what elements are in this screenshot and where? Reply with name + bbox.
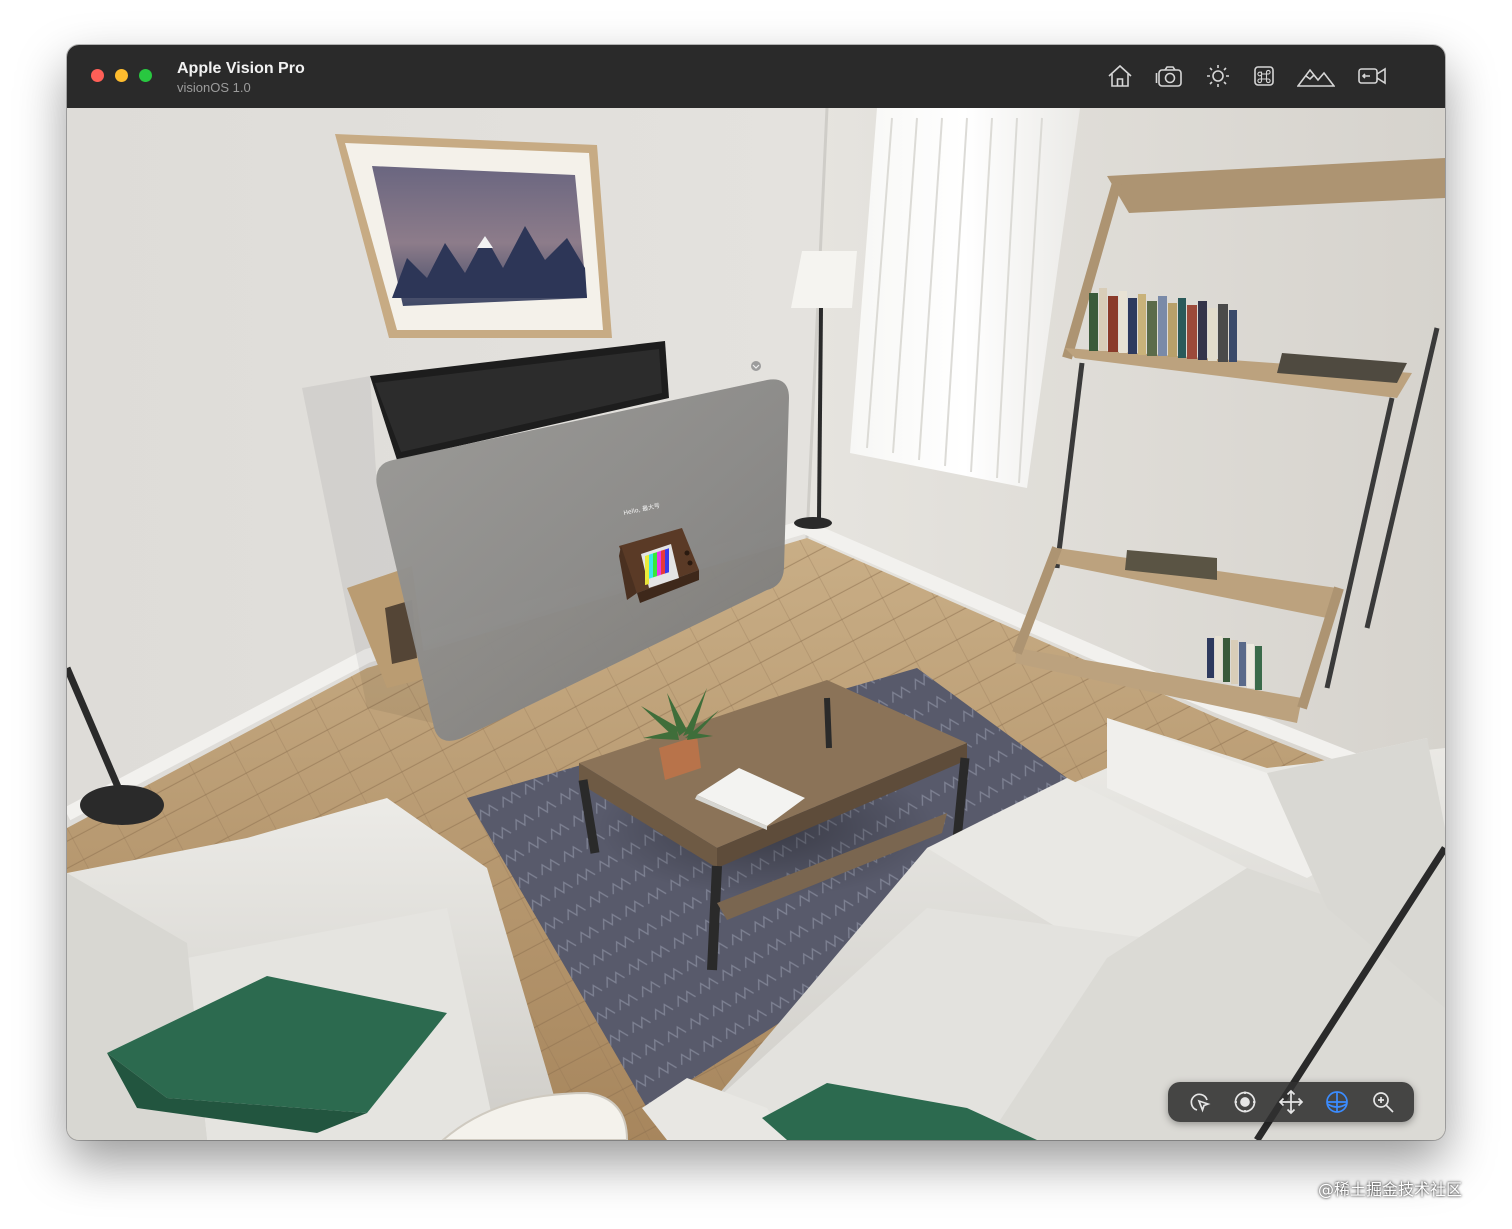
house-icon — [1108, 64, 1132, 87]
orbit-button[interactable] — [1322, 1087, 1352, 1117]
zoom-button[interactable] — [139, 69, 152, 82]
record-button[interactable] — [1357, 63, 1387, 89]
toolbar — [1107, 63, 1409, 89]
screenshot-button[interactable] — [1155, 63, 1183, 89]
move-arrows-icon — [1278, 1089, 1304, 1115]
window-title: Apple Vision Pro — [177, 60, 305, 77]
look-button[interactable] — [1230, 1087, 1260, 1117]
video-camera-icon — [1358, 67, 1386, 85]
orbit-globe-icon — [1326, 1091, 1348, 1113]
window-controls — [91, 69, 152, 82]
home-button[interactable] — [1107, 63, 1133, 89]
window-subtitle: visionOS 1.0 — [177, 80, 251, 95]
close-button[interactable] — [91, 69, 104, 82]
sun-icon — [1207, 65, 1229, 87]
mountains-icon — [1297, 68, 1335, 87]
keyboard-shortcuts-button[interactable] — [1253, 63, 1275, 89]
command-icon — [1254, 66, 1274, 86]
interact-button[interactable] — [1184, 1087, 1214, 1117]
navigation-controls — [1168, 1082, 1414, 1122]
simulator-viewport[interactable]: Hello, 最大号 — [67, 108, 1445, 1140]
pointer-icon — [1190, 1093, 1211, 1113]
title-bar[interactable]: Apple Vision Pro visionOS 1.0 — [67, 45, 1445, 109]
camera-icon — [1155, 66, 1182, 87]
pan-button[interactable] — [1276, 1087, 1306, 1117]
zoom-icon — [1373, 1092, 1394, 1113]
zoom-button[interactable] — [1368, 1087, 1398, 1117]
living-room-scene: Hello, 最大号 — [67, 108, 1445, 1140]
watermark: @稀土掘金技术社区 — [1318, 1180, 1463, 1199]
minimize-button[interactable] — [115, 69, 128, 82]
environment-button[interactable] — [1297, 63, 1335, 89]
brightness-button[interactable] — [1205, 63, 1231, 89]
look-around-icon — [1234, 1091, 1256, 1113]
simulator-window: Apple Vision Pro visionOS 1.0 Hello, 最大号 — [67, 45, 1445, 1140]
